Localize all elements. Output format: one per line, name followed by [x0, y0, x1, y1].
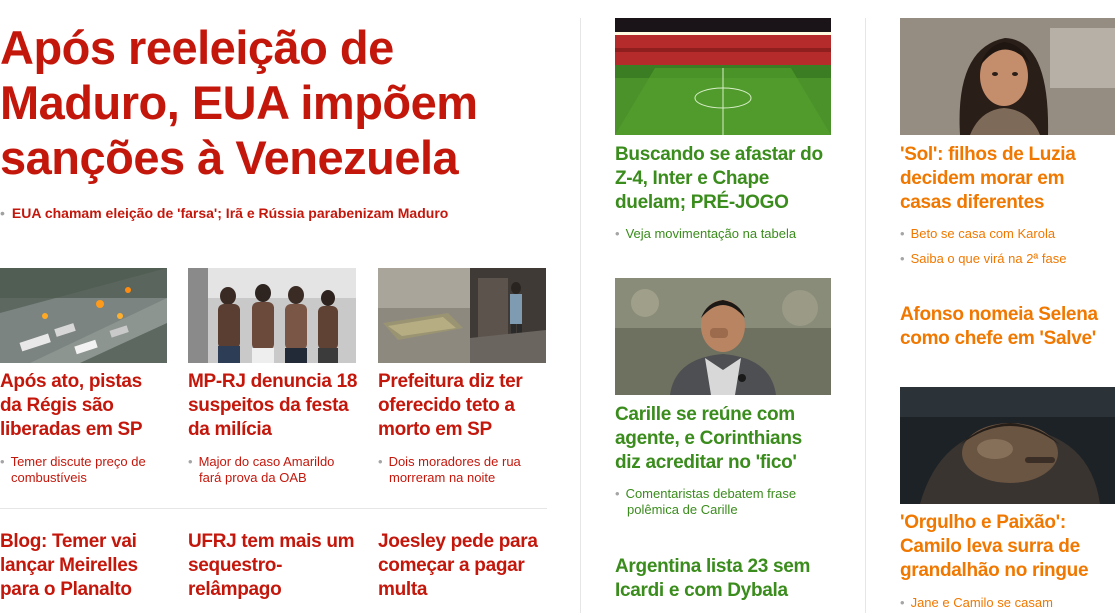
bullet: •	[900, 226, 905, 241]
related-text: morreram na noite	[389, 470, 496, 485]
column-divider	[580, 18, 581, 613]
title-line: para o Planalto	[0, 579, 132, 600]
bullet: •	[900, 595, 905, 610]
news-title-link[interactable]: Afonso nomeia Selena como chefe em 'Salv…	[900, 303, 1115, 351]
divider	[0, 508, 547, 509]
title-line: lançar Meirelles	[0, 555, 138, 576]
title-line: sequestro-	[188, 555, 283, 576]
highway-image	[0, 268, 167, 363]
bullet: •	[615, 226, 620, 241]
column-divider	[865, 18, 866, 613]
bullet: •	[188, 454, 193, 469]
news-thumbnail-coach[interactable]	[615, 278, 831, 395]
main-headline-line: Após reeleição de	[0, 21, 394, 74]
related-text: polêmica de Carille	[627, 502, 738, 517]
title-line: morto em SP	[378, 419, 492, 440]
related-text: Comentaristas debatem frase	[625, 486, 797, 501]
main-headline-line: Maduro, EUA impõem	[0, 76, 478, 129]
title-line: Após ato, pistas	[0, 371, 142, 392]
fight-image	[900, 387, 1115, 504]
suspects-image	[188, 268, 356, 363]
title-line: suspeitos da festa	[188, 395, 349, 416]
bullet: •	[615, 486, 620, 501]
bullet: •	[0, 205, 5, 221]
title-line: UFRJ tem mais um	[188, 531, 355, 552]
title-line: Icardi e com Dybala	[615, 580, 788, 601]
news-thumbnail-fight[interactable]	[900, 387, 1115, 504]
title-line: Buscando se afastar do	[615, 144, 823, 165]
title-line: da milícia	[188, 419, 272, 440]
title-line: duelam; PRÉ-JOGO	[615, 192, 789, 213]
related-link[interactable]: • Saiba o que virá na 2ª fase	[900, 251, 1115, 267]
title-line: relâmpago	[188, 579, 282, 600]
related-text: fará prova da OAB	[199, 470, 307, 485]
main-headline-link[interactable]: Após reeleição de Maduro, EUA impõem san…	[0, 20, 560, 185]
main-sub-link[interactable]: • EUA chamam eleição de 'farsa'; Irã e Rú…	[0, 205, 448, 221]
main-headline-line: sanções à Venezuela	[0, 131, 459, 184]
title-line: decidem morar em	[900, 168, 1065, 189]
related-link[interactable]: • Veja movimentação na tabela	[615, 226, 840, 242]
related-text: Jane e Camilo se casam	[910, 595, 1053, 610]
title-line: MP-RJ denuncia 18	[188, 371, 358, 392]
news-title-link[interactable]: Joesley pede para começar a pagar multa	[378, 530, 558, 602]
news-thumbnail-street[interactable]	[378, 268, 546, 363]
news-thumbnail-actress[interactable]	[900, 18, 1115, 135]
title-line: Z-4, Inter e Chape	[615, 168, 770, 189]
related-link[interactable]: • Major do caso Amarildo fará prova da OA…	[188, 454, 363, 486]
street-image	[378, 268, 546, 363]
related-text: Dois moradores de rua	[388, 454, 521, 469]
coach-image	[615, 278, 831, 395]
related-text: Veja movimentação na tabela	[625, 226, 797, 241]
related-link[interactable]: • Comentaristas debatem frase polêmica de…	[615, 486, 840, 518]
title-line: 'Orgulho e Paixão':	[900, 512, 1066, 533]
news-title-link[interactable]: Buscando se afastar do Z-4, Inter e Chap…	[615, 143, 840, 215]
related-text: Beto se casa com Karola	[910, 226, 1056, 241]
title-line: oferecido teto a	[378, 395, 515, 416]
title-line: Argentina lista 23 sem	[615, 556, 811, 577]
actress-image	[900, 18, 1115, 135]
related-link[interactable]: • Dois moradores de rua morreram na noite	[378, 454, 553, 486]
news-title-link[interactable]: MP-RJ denuncia 18 suspeitos da festa da …	[188, 370, 368, 442]
title-line: casas diferentes	[900, 192, 1045, 213]
news-title-link[interactable]: UFRJ tem mais um sequestro- relâmpago	[188, 530, 368, 602]
title-line: Carille se reúne com	[615, 404, 795, 425]
title-line: Afonso nomeia Selena	[900, 304, 1098, 325]
related-link[interactable]: • Temer discute preço de combustíveis	[0, 454, 170, 486]
news-thumbnail-stadium[interactable]	[615, 18, 831, 135]
news-title-link[interactable]: Prefeitura diz ter oferecido teto a mort…	[378, 370, 558, 442]
news-title-link[interactable]: Blog: Temer vai lançar Meirelles para o …	[0, 530, 180, 602]
bullet: •	[0, 454, 5, 469]
title-line: Blog: Temer vai	[0, 531, 137, 552]
bullet: •	[900, 251, 905, 266]
news-title-link[interactable]: Carille se reúne com agente, e Corinthia…	[615, 403, 840, 475]
news-thumbnail-highway[interactable]	[0, 268, 167, 363]
title-line: diz acreditar no 'fico'	[615, 452, 797, 473]
related-text: combustíveis	[11, 470, 87, 485]
news-title-link[interactable]: 'Sol': filhos de Luzia decidem morar em …	[900, 143, 1115, 215]
title-line: da Régis são	[0, 395, 114, 416]
related-text: Temer discute preço de	[10, 454, 146, 469]
news-title-link[interactable]: Argentina lista 23 sem Icardi e com Dyba…	[615, 555, 840, 603]
title-line: começar a pagar	[378, 555, 525, 576]
news-title-link[interactable]: 'Orgulho e Paixão': Camilo leva surra de…	[900, 511, 1115, 583]
related-link[interactable]: • Jane e Camilo se casam	[900, 595, 1115, 611]
title-line: agente, e Corinthians	[615, 428, 802, 449]
title-line: grandalhão no ringue	[900, 560, 1089, 581]
title-line: 'Sol': filhos de Luzia	[900, 144, 1076, 165]
bullet: •	[378, 454, 383, 469]
main-sub-link-text: EUA chamam eleição de 'farsa'; Irã e Rús…	[11, 205, 449, 221]
title-line: multa	[378, 579, 428, 600]
title-line: Joesley pede para	[378, 531, 538, 552]
title-line: Prefeitura diz ter	[378, 371, 523, 392]
news-title-link[interactable]: Após ato, pistas da Régis são liberadas …	[0, 370, 175, 442]
news-thumbnail-suspects[interactable]	[188, 268, 356, 363]
related-link[interactable]: • Beto se casa com Karola	[900, 226, 1115, 242]
title-line: Camilo leva surra de	[900, 536, 1080, 557]
title-line: como chefe em 'Salve'	[900, 328, 1096, 349]
stadium-image	[615, 18, 831, 135]
title-line: liberadas em SP	[0, 419, 143, 440]
related-text: Saiba o que virá na 2ª fase	[910, 251, 1067, 266]
related-text: Major do caso Amarildo	[198, 454, 335, 469]
